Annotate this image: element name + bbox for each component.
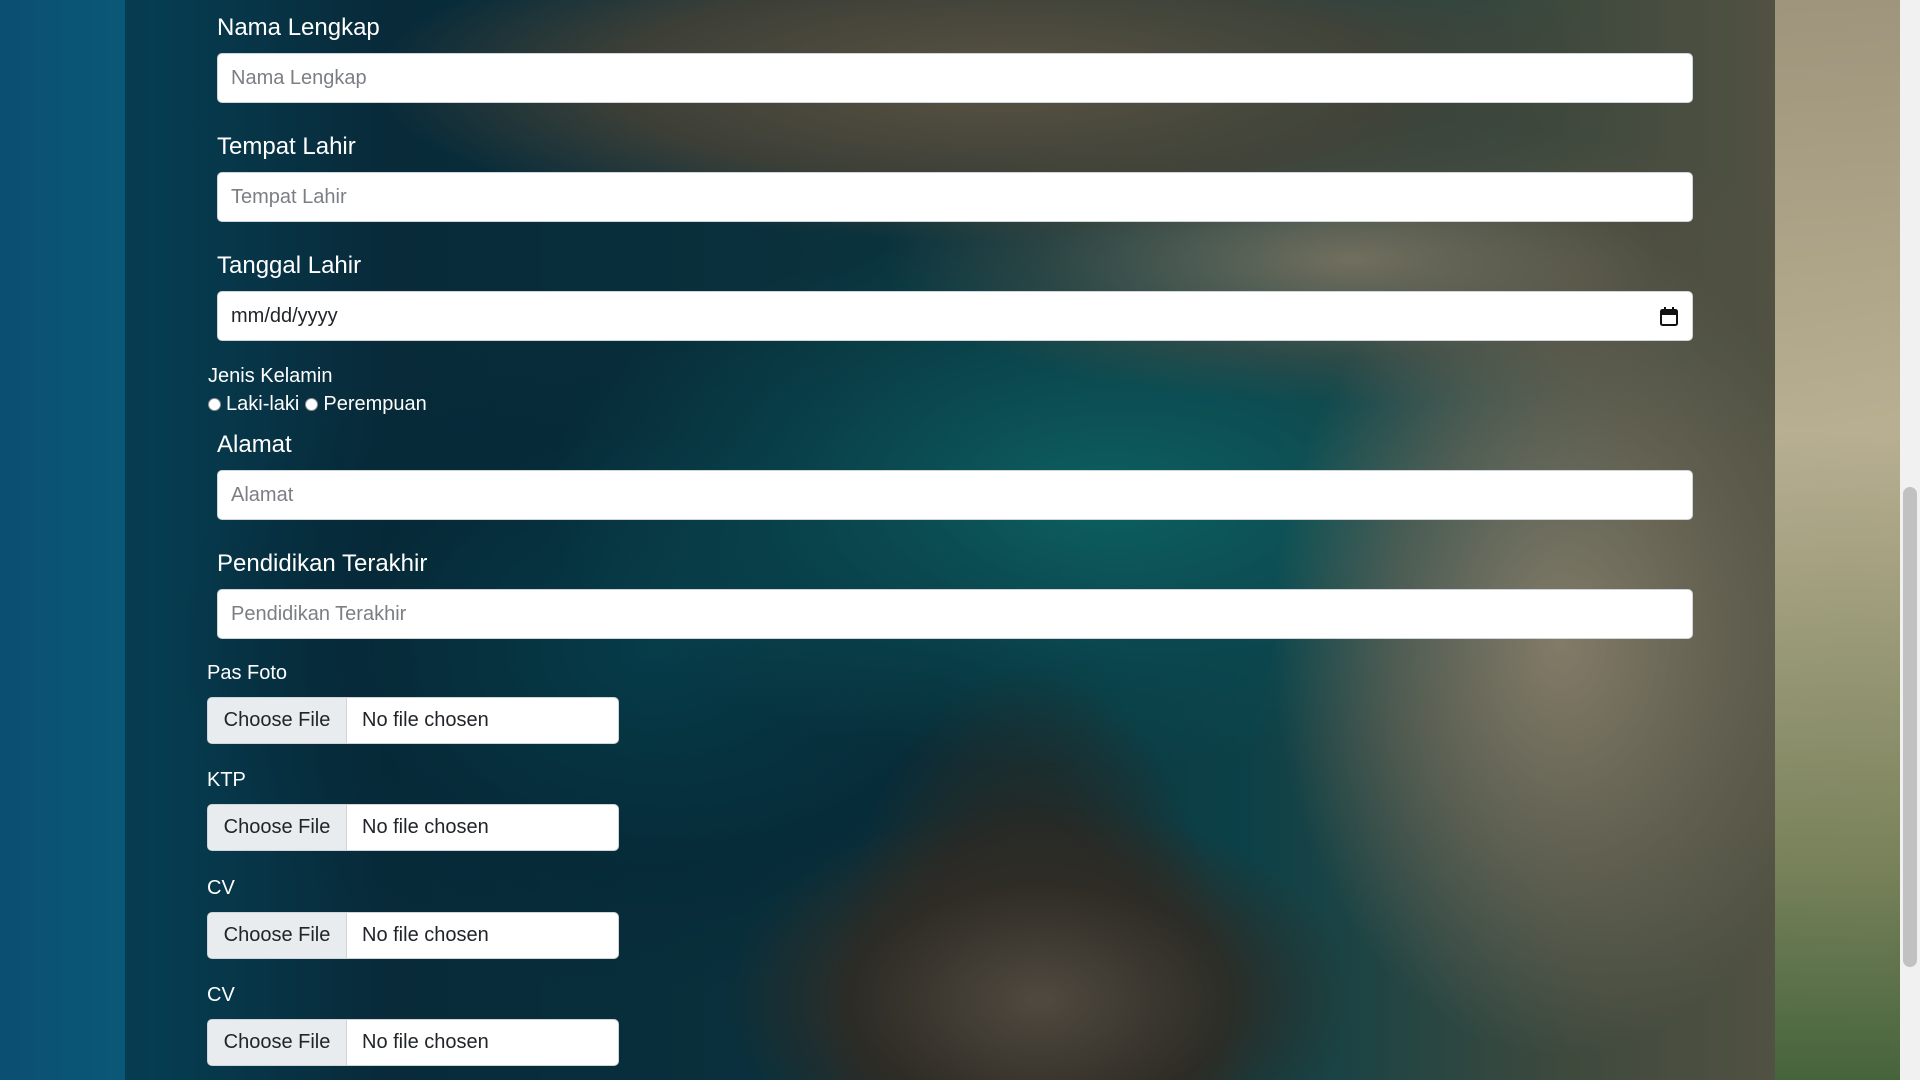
pendidikan-terakhir-input[interactable] [217,589,1693,639]
scrollbar-thumb[interactable] [1903,487,1917,967]
choose-file-button[interactable]: Choose File [208,805,347,850]
page: Nama Lengkap Tempat Lahir Tanggal Lahir … [0,0,1920,1080]
file-status-text: No file chosen [362,924,489,946]
pendidikan-terakhir-label: Pendidikan Terakhir [217,550,428,577]
cv-second-group: CV Choose File No file chosen [207,983,619,1066]
calendar-icon[interactable] [1660,307,1678,326]
pas-foto-file-input[interactable]: Choose File No file chosen [207,697,619,744]
ktp-file-input[interactable]: Choose File No file chosen [207,804,619,851]
tempat-lahir-input[interactable] [217,172,1693,222]
cv-group: CV Choose File No file chosen [207,876,619,959]
cv-file-input[interactable]: Choose File No file chosen [207,912,619,959]
registration-form: Nama Lengkap Tempat Lahir Tanggal Lahir … [0,0,1900,1080]
nama-lengkap-label: Nama Lengkap [217,14,380,41]
jenis-kelamin-label: Jenis Kelamin [208,365,333,387]
cv-second-file-input[interactable]: Choose File No file chosen [207,1019,619,1066]
radio-label-perempuan[interactable]: Perempuan [323,393,426,415]
alamat-label: Alamat [217,431,292,458]
file-status-text: No file chosen [362,816,489,838]
choose-file-button[interactable]: Choose File [208,698,347,743]
tempat-lahir-label: Tempat Lahir [217,133,356,160]
cv-label: CV [207,877,235,899]
radio-laki-laki[interactable] [208,397,221,411]
pas-foto-label: Pas Foto [207,662,288,684]
pendidikan-terakhir-group: Pendidikan Terakhir [217,550,1693,639]
alamat-input[interactable] [217,470,1693,520]
jenis-kelamin-group: Jenis Kelamin Laki-laki Perempuan [208,364,433,415]
file-status-text: No file chosen [362,709,489,731]
file-status-text: No file chosen [362,1031,489,1053]
pas-foto-group: Pas Foto Choose File No file chosen [207,661,619,744]
nama-lengkap-input[interactable] [217,53,1693,103]
nama-lengkap-group: Nama Lengkap [217,14,1693,103]
ktp-group: KTP Choose File No file chosen [207,768,619,851]
tempat-lahir-group: Tempat Lahir [217,133,1693,222]
alamat-group: Alamat [217,431,1693,520]
tanggal-lahir-label: Tanggal Lahir [217,252,362,279]
tanggal-lahir-group: Tanggal Lahir mm/dd/yyyy [217,252,1693,341]
choose-file-button[interactable]: Choose File [208,1020,347,1065]
radio-perempuan[interactable] [305,397,319,411]
gender-radio-row: Laki-laki Perempuan [208,393,433,415]
date-placeholder: mm/dd/yyyy [231,305,338,327]
choose-file-button[interactable]: Choose File [208,913,347,958]
radio-label-laki-laki[interactable]: Laki-laki [226,393,299,415]
cv-second-label: CV [207,984,235,1006]
tanggal-lahir-input[interactable]: mm/dd/yyyy [217,291,1693,341]
ktp-label: KTP [207,769,246,791]
